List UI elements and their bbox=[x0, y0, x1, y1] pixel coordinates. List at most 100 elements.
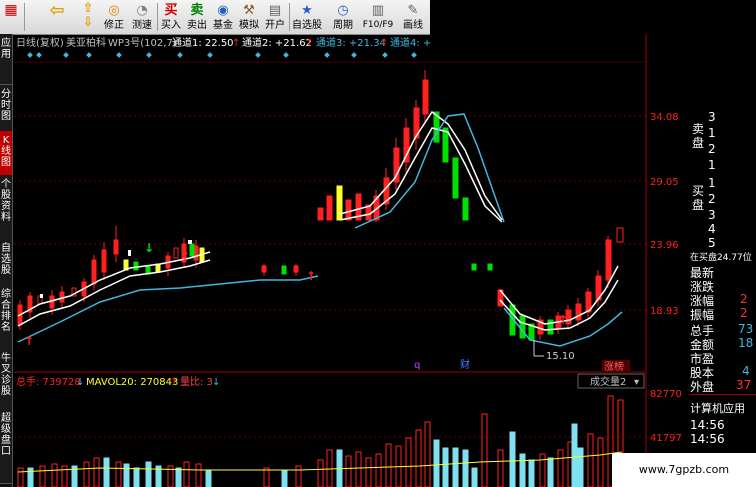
tab-apps[interactable]: 应用 bbox=[0, 34, 12, 85]
sell-level: 1 bbox=[708, 126, 716, 140]
volume-ratio: 量比: 3 bbox=[180, 376, 213, 388]
period-label[interactable]: 日线(复权) bbox=[16, 36, 64, 49]
tab-super-level[interactable]: 超级盘口 bbox=[0, 409, 12, 484]
tick-time: 14:56 bbox=[690, 432, 725, 446]
speedtest-label: 测速 bbox=[132, 20, 152, 31]
globe-icon: ◉ bbox=[217, 3, 229, 18]
up-arrow-icon: ⇧ bbox=[82, 1, 94, 16]
period-button[interactable]: ◷ 周期 bbox=[326, 0, 360, 34]
fix-label: 修正 bbox=[104, 20, 124, 31]
sell-side-label: 卖盘 bbox=[692, 122, 705, 150]
volume-tick: 41797 bbox=[650, 433, 682, 444]
tab-watchlist[interactable]: 自选股 bbox=[0, 239, 12, 286]
sell-label: 卖出 bbox=[187, 20, 207, 31]
volume-total: 总手: 739728 bbox=[16, 375, 81, 388]
svg-text:↑: ↑ bbox=[380, 38, 388, 49]
kline-chart[interactable]: ↑ ↑ ↑ ↑ ↓ 15.10 q 财 涨榜 34.08 29.05 23.96… bbox=[0, 0, 756, 487]
back-arrow-icon: ⇦ bbox=[49, 0, 65, 21]
watermark-text: www.7gpzb.com bbox=[612, 453, 756, 487]
channel4-value: 通道4: + bbox=[390, 36, 431, 49]
chevron-down-icon[interactable]: ▾ bbox=[634, 377, 639, 388]
buy-icon: 买 bbox=[164, 3, 178, 18]
form-icon: ▤ bbox=[268, 3, 282, 18]
svg-text:↑: ↑ bbox=[170, 377, 178, 388]
field-outer-value: 37 bbox=[736, 378, 752, 392]
field-outer-label: 外盘 bbox=[690, 380, 715, 394]
refresh-icon: ◎ bbox=[108, 3, 120, 18]
app-logo-icon: ▦ bbox=[4, 2, 18, 18]
sell-level: 1 bbox=[708, 158, 716, 172]
toolbar: ▦ ⇦ ⇧ ⇩ ◎ 修正 ◔ 测速 买 买入 卖 卖出 ◉ 基金 ⚒ 模拟 ▤ … bbox=[0, 0, 430, 35]
svg-text:↑: ↑ bbox=[558, 313, 568, 327]
tab-ranking[interactable]: 综合排名 bbox=[0, 285, 12, 350]
speedtest-button[interactable]: ◔ 测速 bbox=[128, 0, 156, 34]
draw-line-label: 画线 bbox=[403, 20, 423, 31]
price-tick: 23.96 bbox=[650, 240, 679, 251]
prev-stock-button[interactable]: ⇧ ⇩ bbox=[78, 0, 98, 34]
watchlist-label: 自选股 bbox=[292, 20, 322, 31]
field-amplitude-value: 2 bbox=[740, 306, 748, 320]
price-tick: 29.05 bbox=[650, 177, 679, 188]
channel1-value: 通道1: 22.50 bbox=[172, 36, 234, 49]
simulate-label: 模拟 bbox=[239, 20, 259, 31]
sell-button[interactable]: 卖 卖出 bbox=[184, 0, 210, 34]
buy-button[interactable]: 买 买入 bbox=[158, 0, 184, 34]
simulate-button[interactable]: ⚒ 模拟 bbox=[236, 0, 262, 34]
svg-text:↓: ↓ bbox=[76, 377, 84, 388]
buy-level: 2 bbox=[708, 192, 716, 206]
tab-kline[interactable]: K线图 bbox=[0, 131, 12, 176]
field-pct-value: 2 bbox=[740, 292, 748, 306]
sell-icon: 卖 bbox=[190, 3, 204, 18]
indicator-name[interactable]: WP3号(102,7) bbox=[108, 37, 177, 49]
stopwatch-icon: ◔ bbox=[136, 3, 148, 18]
down-arrow-icon: ⇩ bbox=[82, 15, 94, 30]
field-amount-value: 18 bbox=[738, 336, 754, 350]
tab-stock-info[interactable]: 个股资料 bbox=[0, 175, 12, 240]
channel-lines bbox=[17, 110, 623, 347]
back-button[interactable]: ⇦ bbox=[42, 0, 72, 34]
channel2-value: 通道2: +21.62 bbox=[242, 36, 312, 49]
field-shares-value: 4 bbox=[742, 364, 750, 378]
draw-line-button[interactable]: ✎ 画线 bbox=[398, 0, 428, 34]
volume-bars bbox=[17, 395, 624, 487]
svg-text:↑: ↑ bbox=[232, 38, 240, 49]
channel3-value: 通道3: +21.34 bbox=[316, 36, 386, 49]
buy-level: 1 bbox=[708, 176, 716, 190]
star-icon: ★ bbox=[301, 3, 313, 18]
fix-button[interactable]: ◎ 修正 bbox=[100, 0, 128, 34]
buy-level: 5 bbox=[708, 236, 716, 250]
f10-label: F10/F9 bbox=[362, 20, 394, 30]
buy-level: 3 bbox=[708, 208, 716, 222]
volume-dropdown-label[interactable]: 成交量2 bbox=[590, 375, 626, 388]
volume-tick: 82770 bbox=[650, 389, 682, 400]
chart-header: 日线(复权) 美亚柏科 WP3号(102,7) 通道1: 22.50 ↑ 通道2… bbox=[16, 36, 431, 49]
clock-icon: ◷ bbox=[337, 3, 349, 18]
f10-button[interactable]: ▥ F10/F9 bbox=[360, 0, 396, 34]
price-axis: 34.08 29.05 23.96 18.93 82770 41797 bbox=[650, 112, 682, 444]
open-account-button[interactable]: ▤ 开户 bbox=[262, 0, 288, 34]
price-tick: 34.08 bbox=[650, 112, 679, 123]
bid-price-label: 在买盘24.77位 bbox=[690, 253, 752, 263]
fund-button[interactable]: ◉ 基金 bbox=[210, 0, 236, 34]
watchlist-button[interactable]: ★ 自选股 bbox=[290, 0, 324, 34]
sell-level: 2 bbox=[708, 142, 716, 156]
badge-zhangbang: 涨榜 bbox=[604, 360, 624, 373]
stock-name: 美亚柏科 bbox=[66, 36, 106, 49]
svg-text:↑: ↑ bbox=[180, 249, 190, 263]
left-tab-bar: 应用 分时图 K线图 个股资料 自选股 综合排名 牛叉诊股 超级盘口 bbox=[0, 34, 13, 487]
pencil-icon: ✎ bbox=[407, 3, 419, 18]
toolbar-logo[interactable]: ▦ bbox=[0, 0, 22, 34]
buy-level: 4 bbox=[708, 222, 716, 236]
quote-panel: 卖盘 3 1 2 1 买盘 1 2 3 4 5 在买盘24.77位 最新 涨跌 … bbox=[690, 108, 756, 446]
svg-text:↑: ↑ bbox=[305, 38, 313, 49]
price-tick: 18.93 bbox=[650, 306, 679, 317]
field-volume-value: 73 bbox=[738, 322, 754, 336]
marker-q: q bbox=[414, 360, 420, 371]
low-price-label: 15.10 bbox=[546, 351, 575, 362]
mavol-value: MAVOL20: 270843 bbox=[86, 377, 178, 388]
marker-cai: 财 bbox=[460, 358, 470, 371]
tab-diagnosis[interactable]: 牛叉诊股 bbox=[0, 349, 12, 410]
tab-timeshare[interactable]: 分时图 bbox=[0, 85, 12, 132]
sector-label[interactable]: 计算机应用 bbox=[690, 400, 745, 416]
field-amplitude-label: 振幅 bbox=[690, 308, 715, 322]
